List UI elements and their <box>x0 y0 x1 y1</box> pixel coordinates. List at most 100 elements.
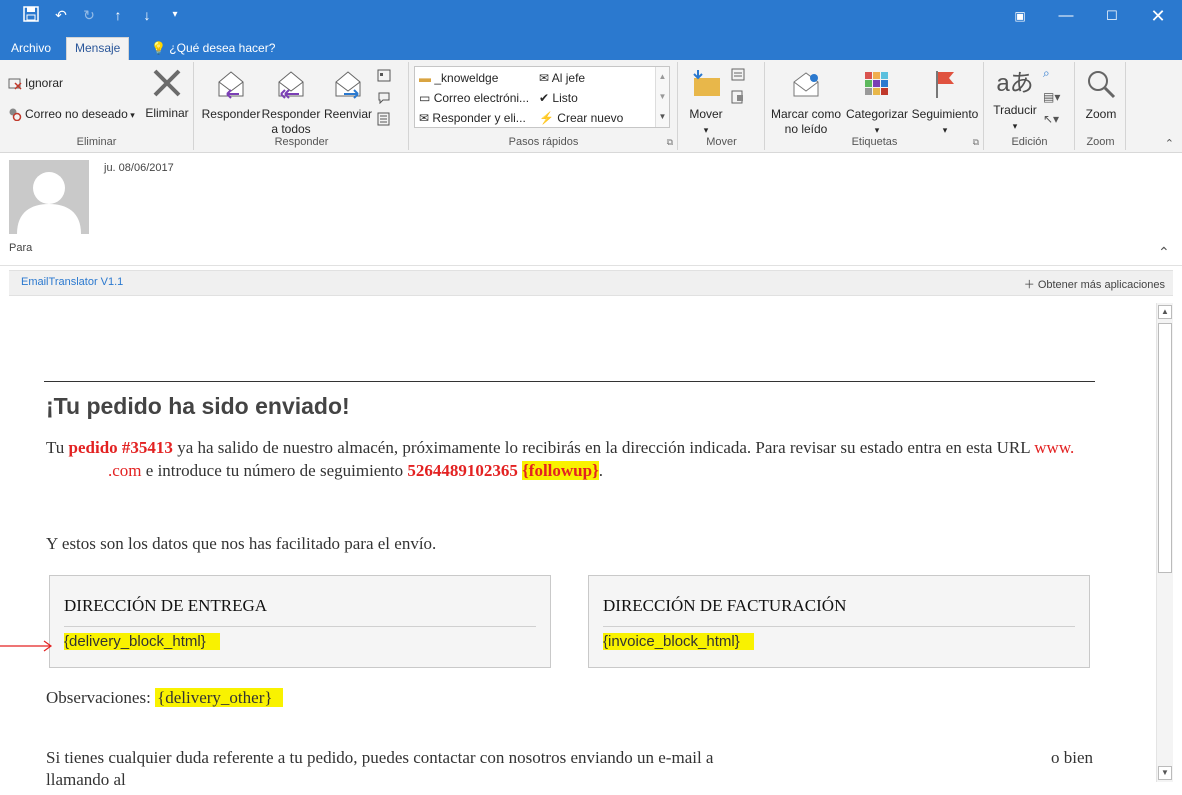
ribbon-display-options-icon[interactable]: ▣ <box>1000 4 1040 28</box>
chevron-down-icon[interactable]: ▼ <box>656 87 669 107</box>
group-label-responder: Responder <box>274 136 329 148</box>
quick-step-listo[interactable]: ✔ Listo <box>539 91 578 105</box>
close-icon[interactable]: ✕ <box>1138 4 1178 28</box>
followup-placeholder: {followup} <box>522 461 599 480</box>
categorize-button[interactable]: Categorizar ▾ <box>844 68 910 138</box>
tell-me-search[interactable]: 💡 ¿Qué desea hacer? <box>143 38 283 60</box>
meeting-icon[interactable] <box>377 68 391 85</box>
tab-mensaje[interactable]: Mensaje <box>66 37 130 60</box>
contact-paragraph-phone: llamando al <box>46 770 126 789</box>
junk-icon <box>8 107 22 122</box>
message-date: ju. 08/06/2017 <box>104 162 174 174</box>
avatar <box>9 160 89 234</box>
im-reply-icon[interactable] <box>377 90 395 107</box>
redo-icon[interactable]: ↻ <box>80 6 98 24</box>
group-etiquetas: Marcar como no leído Categorizar ▾ Segui… <box>766 62 984 150</box>
scroll-thumb[interactable] <box>1158 323 1172 573</box>
scroll-down-icon[interactable]: ▼ <box>1158 766 1172 780</box>
chevron-up-icon[interactable]: ▲ <box>656 67 669 87</box>
divider <box>44 381 1095 382</box>
reply-icon <box>201 68 261 104</box>
ignorar-button[interactable]: Ignorar <box>8 74 63 92</box>
lightbulb-icon: 💡 <box>151 41 166 55</box>
contact-paragraph-or: o bien <box>1051 748 1094 767</box>
lightning-icon: ⚡ <box>539 111 554 125</box>
gallery-more-icon[interactable]: ▼ <box>656 107 669 127</box>
translate-icon: aあ <box>996 70 1034 97</box>
forward-mail-icon: ✉ <box>539 71 550 85</box>
maximize-icon[interactable]: ☐ <box>1092 4 1132 28</box>
minimize-icon[interactable]: — <box>1046 4 1086 28</box>
undo-icon[interactable]: ↶ <box>52 6 70 24</box>
select-icon[interactable]: ↖▾ <box>1043 112 1059 126</box>
collapse-header-icon[interactable]: ⌃ <box>1158 244 1170 261</box>
delivery-address-box: DIRECCIÓN DE ENTREGA {delivery_block_htm… <box>49 575 551 668</box>
collapse-ribbon-icon[interactable]: ⌃ <box>1165 137 1174 150</box>
reply-button[interactable]: Responder <box>201 68 261 122</box>
quick-step-al-jefe[interactable]: ✉ Al jefe <box>539 71 585 85</box>
person-icon <box>17 172 81 234</box>
next-item-icon[interactable]: ↓ <box>138 6 156 24</box>
dialog-launcher-icon[interactable]: ⧉ <box>973 137 979 148</box>
dialog-launcher-icon[interactable]: ⧉ <box>667 137 673 148</box>
magnifier-icon <box>1078 68 1124 104</box>
delivery-title: DIRECCIÓN DE ENTREGA <box>64 596 268 615</box>
flag-icon <box>910 68 980 104</box>
follow-up-button[interactable]: Seguimiento ▾ <box>910 68 980 138</box>
mark-unread-button[interactable]: Marcar como no leído <box>768 68 844 137</box>
group-eliminar: Ignorar Correo no deseado ▾ Eliminar Eli… <box>0 62 194 150</box>
chevron-down-icon: ▾ <box>127 110 135 120</box>
rules-icon[interactable] <box>731 68 755 85</box>
group-label-pasos-rapidos: Pasos rápidos <box>508 136 579 148</box>
reply-all-button[interactable]: Responder a todos <box>261 68 321 137</box>
delete-button[interactable]: Eliminar <box>142 67 192 121</box>
tab-archivo[interactable]: Archivo <box>3 38 59 60</box>
group-label-etiquetas: Etiquetas <box>851 136 898 148</box>
zoom-button[interactable]: Zoom <box>1078 68 1124 122</box>
body-scrollbar[interactable]: ▲ ▼ <box>1156 303 1173 782</box>
invoice-placeholder: {invoice_block_html} <box>603 633 754 650</box>
tell-me-label: ¿Qué desea hacer? <box>169 41 276 55</box>
delivery-placeholder: {delivery_block_html} <box>64 633 220 650</box>
move-button[interactable]: Mover ▾ <box>683 68 729 138</box>
previous-item-icon[interactable]: ↑ <box>109 6 127 24</box>
emailtranslator-addin[interactable]: EmailTranslator V1.1 <box>21 276 123 288</box>
addins-bar: EmailTranslator V1.1 ＋ Obtener más aplic… <box>9 270 1173 296</box>
contact-paragraph: Si tienes cualquier duda referente a tu … <box>46 748 714 767</box>
save-icon[interactable] <box>22 6 40 24</box>
find-icon[interactable]: ⌕ <box>1043 66 1050 81</box>
junk-mail-button[interactable]: Correo no deseado ▾ <box>8 105 135 123</box>
red-arrow-annotation <box>0 640 53 652</box>
group-edicion: aあ Traducir ▾ ⌕ ▤▾ ↖▾ Edición <box>985 62 1075 150</box>
forward-icon <box>321 68 375 104</box>
more-respond-icon[interactable] <box>377 112 395 129</box>
title-bar: ↶ ↻ ↑ ↓ ▾ ▣ — ☐ ✕ <box>0 0 1182 32</box>
related-icon[interactable]: ▤▾ <box>1043 90 1060 104</box>
move-folder-icon <box>683 68 729 104</box>
group-label-mover: Mover <box>706 136 737 148</box>
get-more-apps-link[interactable]: ＋ Obtener más aplicaciones <box>1024 276 1165 292</box>
chevron-down-icon: ▾ <box>1012 121 1018 131</box>
categorize-icon <box>844 68 910 104</box>
group-mover: Mover ▾ Mover <box>679 62 765 150</box>
quick-step-crear-nuevo[interactable]: ⚡ Crear nuevo <box>539 111 623 125</box>
box-divider <box>603 626 1075 627</box>
delete-x-icon <box>142 67 192 103</box>
email-heading: ¡Tu pedido ha sido enviado! <box>46 393 350 419</box>
mail-icon: ▭ <box>419 91 431 105</box>
quick-step-knowledge[interactable]: ▬ _knoweldge <box>419 71 498 85</box>
forward-button[interactable]: Reenviar <box>321 68 375 122</box>
customize-toolbar-icon[interactable]: ▾ <box>166 6 184 24</box>
quick-step-correo[interactable]: ▭ Correo electróni... <box>419 91 529 105</box>
message-body: ¡Tu pedido ha sido enviado! Tu pedido #3… <box>0 300 1155 790</box>
quick-step-responder-eliminar[interactable]: ✉ Responder y eli... <box>419 111 526 125</box>
invoice-address-box: DIRECCIÓN DE FACTURACIÓN {invoice_block_… <box>588 575 1090 668</box>
gallery-scroll[interactable]: ▲ ▼ ▼ <box>655 67 669 127</box>
scroll-up-icon[interactable]: ▲ <box>1158 305 1172 319</box>
ignore-icon <box>8 76 22 90</box>
ribbon: Ignorar Correo no deseado ▾ Eliminar Eli… <box>0 60 1182 153</box>
message-header: ju. 08/06/2017 Para ⌃ <box>0 154 1182 266</box>
group-zoom: Zoom Zoom <box>1076 62 1126 150</box>
translate-button[interactable]: aあ Traducir ▾ <box>987 68 1043 134</box>
onenote-icon[interactable] <box>731 90 755 107</box>
